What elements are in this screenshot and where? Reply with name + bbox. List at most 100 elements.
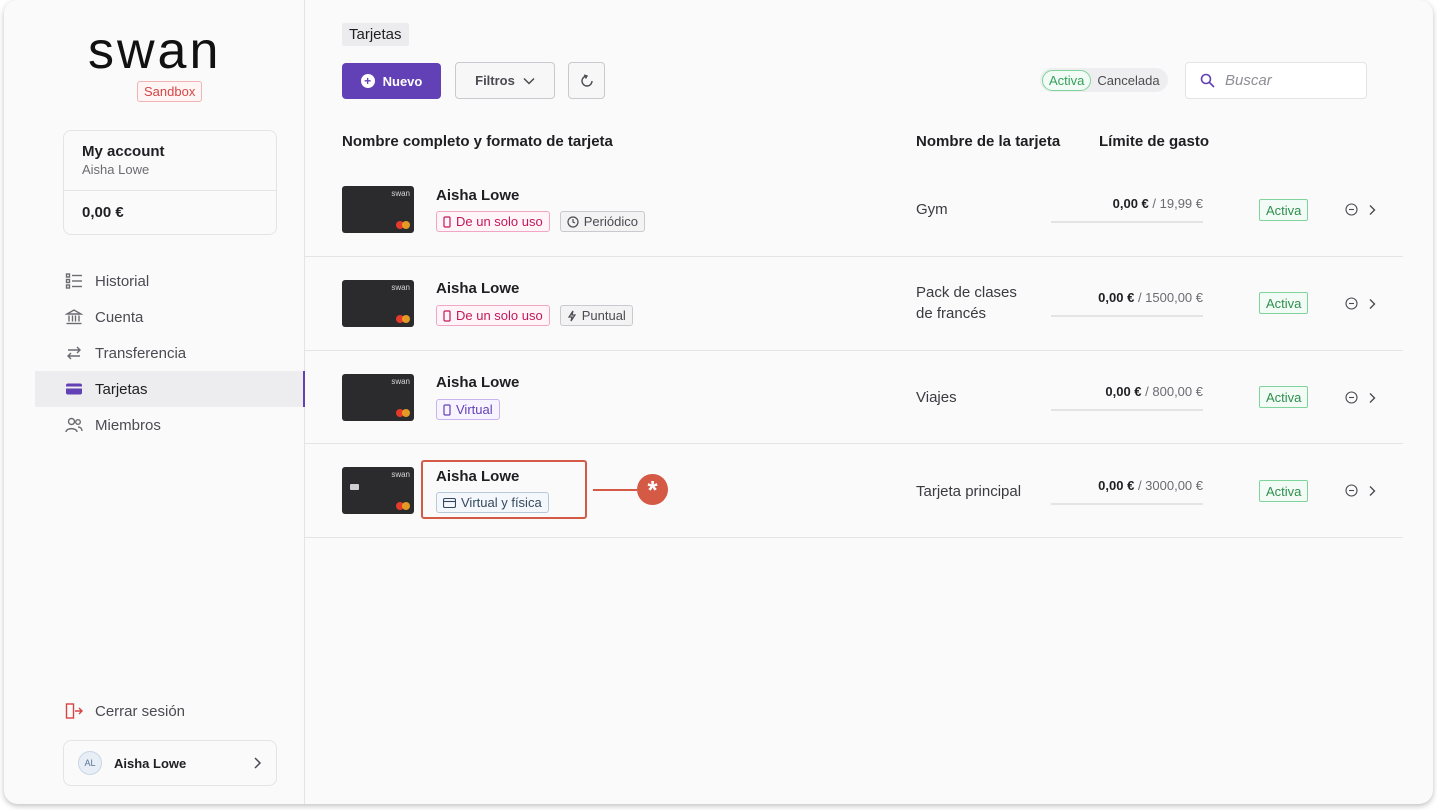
spend-progress-bar <box>1051 503 1203 505</box>
list-icon <box>65 273 82 289</box>
card-name: Pack de clases de francés <box>916 284 1017 322</box>
sidebar-item-label: Miembros <box>95 416 161 434</box>
phone-icon <box>443 309 451 322</box>
column-header-name-format: Nombre completo y formato de tarjeta <box>342 133 613 150</box>
chevron-right-icon <box>254 757 262 769</box>
spend-limit: 0,00 € / 19,99 € <box>1112 196 1203 211</box>
environment-badge: Sandbox <box>137 81 203 102</box>
filters-label: Filtros <box>475 73 515 88</box>
chevron-right-icon[interactable] <box>1368 392 1376 404</box>
account-card[interactable]: My account Aisha Lowe 0,00 € <box>63 130 277 235</box>
spend-progress-bar <box>1051 409 1203 411</box>
status-badge: Activa <box>1259 480 1309 502</box>
sidebar-item-label: Cuenta <box>95 308 144 326</box>
table-row[interactable]: swan Aisha Lowe De un solo uso Periódico… <box>305 163 1403 257</box>
card-name: Tarjeta principal <box>916 483 1022 500</box>
status-badge: Activa <box>1259 292 1309 314</box>
spend-progress-bar <box>1051 221 1203 223</box>
asterisk-marker: * <box>637 474 668 505</box>
search-input[interactable]: Buscar <box>1185 62 1367 99</box>
status-toggle: Activa Cancelada <box>1040 68 1168 92</box>
account-balance: 0,00 € <box>82 204 124 221</box>
mastercard-icon <box>396 409 410 417</box>
account-owner: Aisha Lowe <box>82 162 150 177</box>
tag-periodic: Periódico <box>559 211 645 232</box>
status-badge: Activa <box>1259 386 1309 408</box>
logout-icon <box>65 703 83 719</box>
sidebar-item-transferencia[interactable]: Transferencia <box>35 335 305 371</box>
chevron-right-icon[interactable] <box>1368 204 1376 216</box>
avatar: AL <box>78 751 102 775</box>
app-window: swan Sandbox My account Aisha Lowe 0,00 … <box>4 0 1433 804</box>
sidebar-item-historial[interactable]: Historial <box>35 263 305 299</box>
card-name: Gym <box>916 201 948 218</box>
column-header-spend-limit: Límite de gasto <box>1099 133 1210 150</box>
minus-circle-icon[interactable] <box>1345 297 1358 310</box>
card-name: Viajes <box>916 389 957 406</box>
card-thumbnail: swan <box>342 374 414 421</box>
bolt-icon <box>567 310 576 321</box>
column-header-card-name: Nombre de la tarjeta <box>916 133 1061 150</box>
search-icon <box>1200 73 1215 88</box>
chevron-right-icon[interactable] <box>1368 298 1376 310</box>
clock-icon <box>567 215 579 228</box>
svg-text:swan: swan <box>88 28 221 76</box>
logout-button[interactable]: Cerrar sesión <box>65 702 185 720</box>
highlight-box <box>421 460 587 519</box>
swan-logo: swan <box>88 28 221 76</box>
phone-icon <box>443 215 451 228</box>
sidebar-item-label: Historial <box>95 272 150 290</box>
tag-single-use: De un solo uso <box>436 211 550 232</box>
spend-progress-bar <box>1051 315 1203 317</box>
minus-circle-icon[interactable] <box>1345 391 1358 404</box>
user-menu[interactable]: AL Aisha Lowe <box>63 740 277 786</box>
minus-circle-icon[interactable] <box>1345 484 1358 497</box>
new-card-label: Nuevo <box>382 73 423 89</box>
members-icon <box>65 417 83 433</box>
filters-button[interactable]: Filtros <box>455 62 555 99</box>
logout-label: Cerrar sesión <box>95 702 186 720</box>
card-chip <box>350 484 359 490</box>
spend-limit: 0,00 € / 1500,00 € <box>1098 290 1203 305</box>
bank-icon <box>65 309 83 325</box>
card-icon <box>66 383 82 395</box>
sidebar-nav: Historial Cuenta Transferencia Tarjetas … <box>35 263 305 443</box>
sidebar-item-label: Tarjetas <box>95 380 148 398</box>
user-name: Aisha Lowe <box>114 755 187 771</box>
refresh-button[interactable] <box>568 62 605 99</box>
sidebar-item-miembros[interactable]: Miembros <box>35 407 305 443</box>
spend-limit: 0,00 € / 3000,00 € <box>1098 478 1203 493</box>
plus-icon: + <box>360 74 375 88</box>
main-content: Tarjetas + Nuevo Filtros Activa Cancelad… <box>305 0 1433 804</box>
chevron-right-icon[interactable] <box>1368 485 1376 497</box>
sidebar-item-cuenta[interactable]: Cuenta <box>35 299 305 335</box>
mastercard-icon <box>396 315 410 323</box>
minus-circle-icon[interactable] <box>1345 203 1358 216</box>
card-holder: Aisha Lowe <box>436 280 520 297</box>
status-toggle-active[interactable]: Activa <box>1042 69 1092 91</box>
transfer-icon <box>67 346 81 360</box>
account-title: My account <box>82 143 165 160</box>
mastercard-icon <box>396 502 410 510</box>
card-thumbnail: swan <box>342 467 414 514</box>
status-toggle-cancelled[interactable]: Cancelada <box>1091 71 1165 90</box>
sidebar-item-label: Transferencia <box>95 344 187 362</box>
table-row[interactable]: swan Aisha Lowe De un solo uso Puntual P… <box>305 257 1403 351</box>
phone-icon <box>443 403 451 416</box>
tag-virtual: Virtual <box>436 399 500 420</box>
mastercard-icon <box>396 221 410 229</box>
card-thumbnail: swan <box>342 280 414 327</box>
callout-line <box>593 489 637 491</box>
card-holder: Aisha Lowe <box>436 187 520 204</box>
spend-limit: 0,00 € / 800,00 € <box>1105 384 1203 399</box>
status-badge: Activa <box>1259 199 1309 221</box>
tag-single-use: De un solo uso <box>436 305 550 326</box>
sidebar: swan Sandbox My account Aisha Lowe 0,00 … <box>4 0 305 804</box>
search-placeholder: Buscar <box>1225 72 1272 89</box>
tag-one-off: Puntual <box>559 305 633 326</box>
card-thumbnail: swan <box>342 186 414 233</box>
sidebar-item-tarjetas[interactable]: Tarjetas <box>35 371 305 407</box>
table-row[interactable]: swan Aisha Lowe Virtual Viajes 0,00 € / … <box>305 350 1403 444</box>
new-card-button[interactable]: + Nuevo <box>342 63 441 99</box>
refresh-icon <box>580 73 593 87</box>
